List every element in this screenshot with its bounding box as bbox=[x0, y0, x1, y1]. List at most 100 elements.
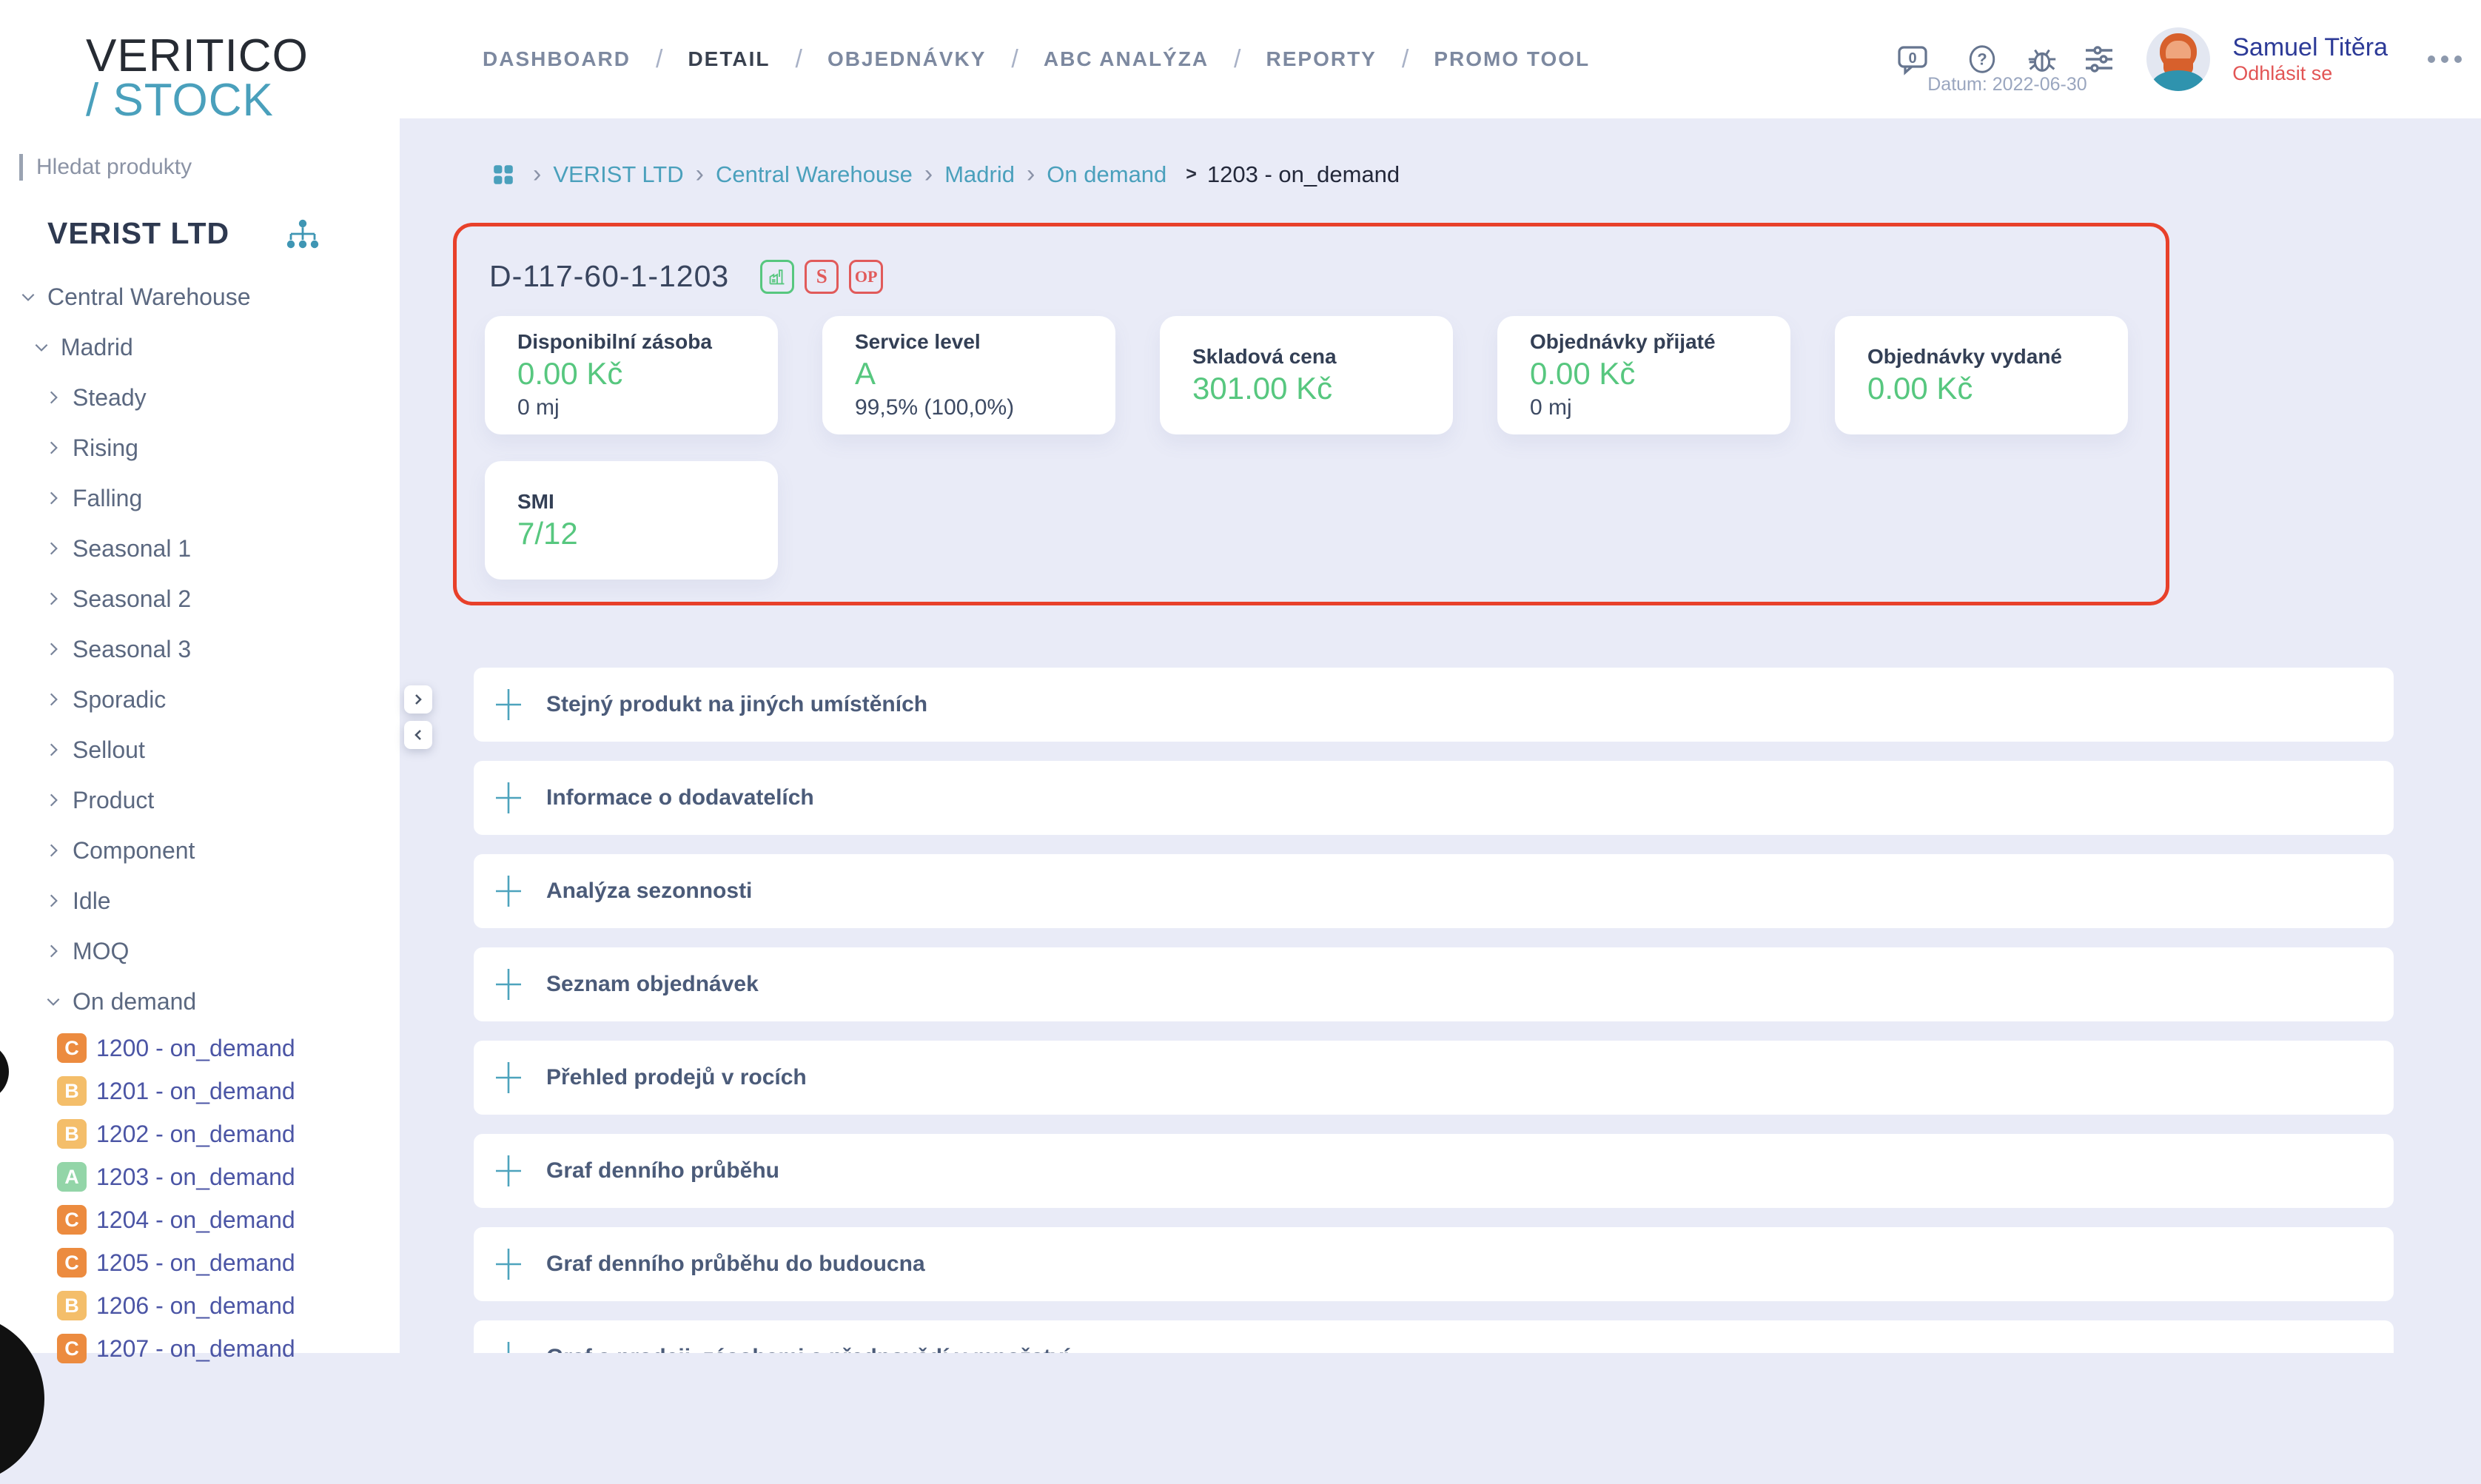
plus-icon[interactable] bbox=[496, 874, 521, 908]
section-title: Informace o dodavatelích bbox=[546, 785, 814, 810]
product-search bbox=[19, 154, 400, 181]
nav-promo-tool[interactable]: PROMO TOOL bbox=[1434, 47, 1590, 71]
product-item-1201[interactable]: B 1201 - on_demand bbox=[0, 1070, 400, 1112]
section-graf-do-budoucna[interactable]: Graf denního průběhu do budoucna bbox=[474, 1227, 2394, 1301]
detail-sections: Stejný produkt na jiných umístěních Info… bbox=[474, 668, 2394, 1353]
tree-item-falling[interactable]: Falling bbox=[0, 473, 400, 523]
product-item-label: 1203 - on_demand bbox=[96, 1164, 295, 1191]
chevron-right-icon[interactable] bbox=[44, 741, 62, 759]
bug-report-icon[interactable] bbox=[2025, 42, 2059, 76]
tree-item-idle[interactable]: Idle bbox=[0, 876, 400, 926]
nav-detail[interactable]: DETAIL bbox=[688, 47, 770, 71]
chevron-right-icon[interactable] bbox=[44, 791, 62, 809]
section-analyza-sezonnosti[interactable]: Analýza sezonnosti bbox=[474, 854, 2394, 928]
sidebar-expand-button[interactable] bbox=[404, 685, 432, 714]
tree-item-rising[interactable]: Rising bbox=[0, 423, 400, 473]
tree-item-madrid[interactable]: Madrid bbox=[0, 322, 400, 372]
help-icon[interactable]: ? bbox=[1966, 43, 1998, 75]
tree-item-product[interactable]: Product bbox=[0, 775, 400, 825]
content-area: › VERIST LTD › Central Warehouse › Madri… bbox=[400, 118, 2481, 1353]
hierarchy-icon[interactable] bbox=[286, 219, 320, 249]
chevron-right-icon[interactable] bbox=[44, 389, 62, 406]
stat-value: 7/12 bbox=[517, 516, 778, 551]
nav-reporty[interactable]: REPORTY bbox=[1266, 47, 1377, 71]
breadcrumb-link-warehouse[interactable]: Central Warehouse bbox=[716, 161, 913, 188]
chevron-right-icon[interactable] bbox=[44, 640, 62, 658]
chevron-right-icon[interactable] bbox=[44, 892, 62, 910]
tree-item-label: Seasonal 3 bbox=[73, 636, 191, 663]
tree-item-central-warehouse[interactable]: Central Warehouse bbox=[0, 272, 400, 322]
apps-grid-icon[interactable] bbox=[491, 163, 515, 187]
nav-objednavky[interactable]: OBJEDNÁVKY bbox=[827, 47, 986, 71]
section-prehled-prodeju[interactable]: Přehled prodejů v rocích bbox=[474, 1041, 2394, 1115]
logout-link[interactable]: Odhlásit se bbox=[2232, 61, 2388, 85]
plus-icon[interactable] bbox=[496, 1247, 521, 1281]
user-avatar[interactable] bbox=[2146, 27, 2210, 91]
chevron-right-icon[interactable] bbox=[44, 842, 62, 859]
section-graf-denniho-prubehu[interactable]: Graf denního průběhu bbox=[474, 1134, 2394, 1208]
product-item-1206[interactable]: B 1206 - on_demand bbox=[0, 1284, 400, 1327]
chevron-down-icon[interactable] bbox=[44, 993, 62, 1010]
product-item-label: 1205 - on_demand bbox=[96, 1249, 295, 1277]
company-name: VERIST LTD bbox=[47, 216, 229, 251]
section-informace-o-dodavatelich[interactable]: Informace o dodavatelích bbox=[474, 761, 2394, 835]
chevron-down-icon[interactable] bbox=[33, 338, 50, 356]
plus-icon[interactable] bbox=[496, 967, 521, 1001]
tree-item-label: On demand bbox=[73, 988, 196, 1015]
product-item-1207[interactable]: C 1207 - on_demand bbox=[0, 1327, 400, 1370]
product-item-1203[interactable]: A 1203 - on_demand bbox=[0, 1155, 400, 1198]
nav-abc-analyza[interactable]: ABC ANALÝZA bbox=[1044, 47, 1209, 71]
search-input[interactable] bbox=[35, 154, 316, 181]
tree-item-seasonal-1[interactable]: Seasonal 1 bbox=[0, 523, 400, 574]
product-item-1204[interactable]: C 1204 - on_demand bbox=[0, 1198, 400, 1241]
tree-item-component[interactable]: Component bbox=[0, 825, 400, 876]
plus-icon[interactable] bbox=[496, 1154, 521, 1188]
breadcrumb: › VERIST LTD › Central Warehouse › Madri… bbox=[491, 160, 2481, 189]
breadcrumb-link-company[interactable]: VERIST LTD bbox=[553, 161, 683, 188]
more-options-icon[interactable] bbox=[2428, 56, 2462, 63]
stat-card-objednavky-prijate: Objednávky přijaté 0.00 Kč 0 mj bbox=[1497, 316, 1790, 434]
sidebar-collapse-button[interactable] bbox=[404, 721, 432, 749]
section-stejny-produkt[interactable]: Stejný produkt na jiných umístěních bbox=[474, 668, 2394, 742]
breadcrumb-link-city[interactable]: Madrid bbox=[944, 161, 1015, 188]
chevron-right-icon[interactable] bbox=[44, 942, 62, 960]
tree-item-on-demand[interactable]: On demand bbox=[0, 976, 400, 1027]
tree-item-moq[interactable]: MOQ bbox=[0, 926, 400, 976]
settings-sliders-icon[interactable] bbox=[2081, 41, 2117, 77]
product-item-1205[interactable]: C 1205 - on_demand bbox=[0, 1241, 400, 1284]
chevron-right-icon[interactable] bbox=[44, 489, 62, 507]
chevron-right-icon[interactable] bbox=[44, 590, 62, 608]
stat-value: 0.00 Kč bbox=[517, 356, 778, 392]
tree-item-seasonal-2[interactable]: Seasonal 2 bbox=[0, 574, 400, 624]
chevron-down-icon[interactable] bbox=[19, 288, 37, 306]
breadcrumb-separator: › bbox=[1027, 160, 1035, 189]
tree-item-steady[interactable]: Steady bbox=[0, 372, 400, 423]
abc-grade-badge: C bbox=[57, 1248, 87, 1277]
breadcrumb-link-category[interactable]: On demand bbox=[1047, 161, 1166, 188]
product-item-1200[interactable]: C 1200 - on_demand bbox=[0, 1027, 400, 1070]
product-item-label: 1202 - on_demand bbox=[96, 1121, 295, 1148]
plus-icon[interactable] bbox=[496, 1061, 521, 1095]
sidebar: VERITICO / STOCK VERIST LTD Central Ware… bbox=[0, 0, 400, 1353]
stat-sub-value: 99,5% (100,0%) bbox=[855, 395, 1115, 420]
plus-icon[interactable] bbox=[496, 781, 521, 815]
section-title: Graf denního průběhu do budoucna bbox=[546, 1252, 925, 1277]
tree-item-sporadic[interactable]: Sporadic bbox=[0, 674, 400, 725]
section-seznam-objednavek[interactable]: Seznam objednávek bbox=[474, 947, 2394, 1021]
plus-icon[interactable] bbox=[496, 688, 521, 722]
stat-value: 0.00 Kč bbox=[1867, 371, 2128, 406]
user-name[interactable]: Samuel Titěra bbox=[2232, 33, 2388, 61]
tree-item-sellout[interactable]: Sellout bbox=[0, 725, 400, 775]
chevron-right-icon[interactable] bbox=[44, 540, 62, 557]
nav-dashboard[interactable]: DASHBOARD bbox=[483, 47, 631, 71]
section-title: Analýza sezonnosti bbox=[546, 879, 752, 904]
chevron-right-icon[interactable] bbox=[44, 439, 62, 457]
plus-icon[interactable] bbox=[496, 1340, 521, 1353]
product-item-label: 1200 - on_demand bbox=[96, 1035, 295, 1062]
section-graf-prodeje-zasoby[interactable]: Graf s prodeji, zásobami a předpovědí v … bbox=[474, 1320, 2394, 1353]
tree-item-seasonal-3[interactable]: Seasonal 3 bbox=[0, 624, 400, 674]
product-item-1202[interactable]: B 1202 - on_demand bbox=[0, 1112, 400, 1155]
main-area: DASHBOARD / DETAIL / OBJEDNÁVKY / ABC AN… bbox=[400, 0, 2481, 1353]
notifications-icon[interactable]: 0 bbox=[1895, 41, 1930, 77]
chevron-right-icon[interactable] bbox=[44, 691, 62, 708]
